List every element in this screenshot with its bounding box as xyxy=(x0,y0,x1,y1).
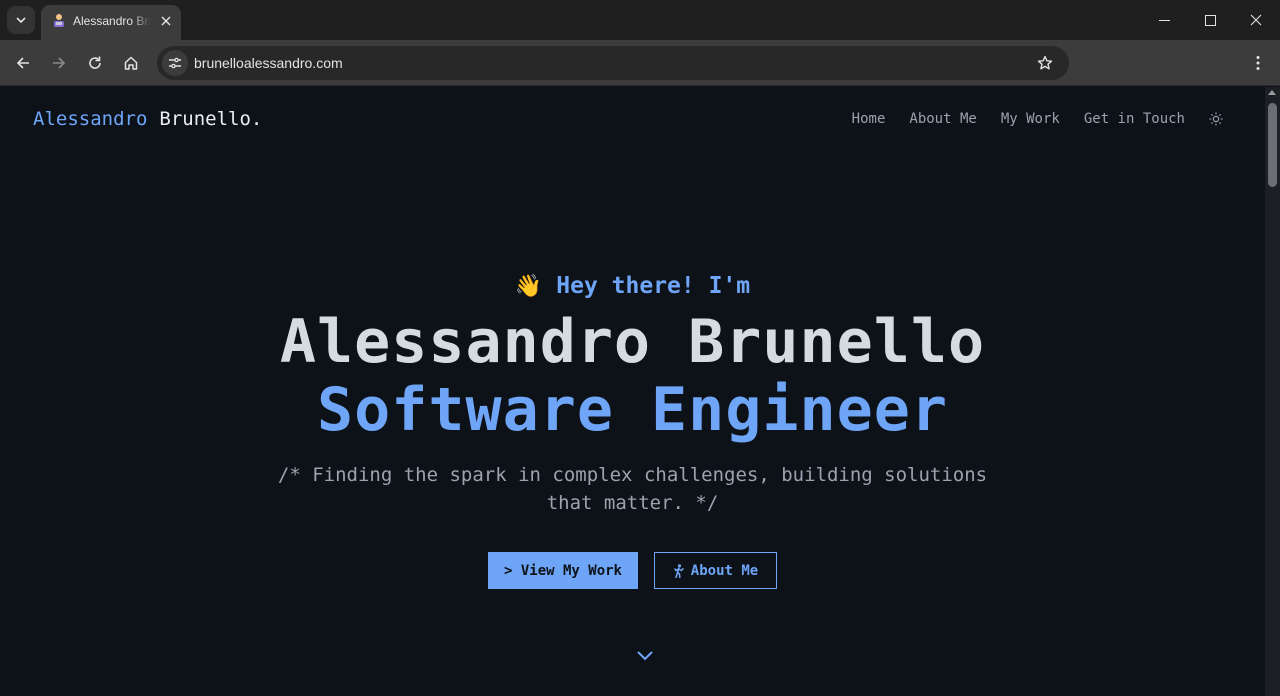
favicon-icon xyxy=(54,14,64,27)
scroll-down-button[interactable] xyxy=(635,645,655,665)
hero-role: Software Engineer xyxy=(316,375,949,445)
hero-greeting: 👋 Hey there! I'm xyxy=(0,273,1265,299)
page-scrollbar[interactable] xyxy=(1265,87,1280,696)
browser-tab-bar: Alessandro Brunello xyxy=(0,0,1280,40)
nav-about-me[interactable]: About Me xyxy=(909,111,976,127)
bookmark-button[interactable] xyxy=(1035,53,1055,73)
browser-menu-button[interactable] xyxy=(1246,51,1270,75)
site-settings-icon xyxy=(169,57,181,69)
hero-tagline: /* Finding the spark in complex challeng… xyxy=(277,464,988,514)
forward-icon xyxy=(53,57,66,69)
minimize-button[interactable] xyxy=(1141,4,1187,36)
page-viewport: Alessandro Brunello. Home About Me My Wor… xyxy=(0,87,1265,696)
waving-hand-icon: 👋 xyxy=(514,274,543,299)
site-logo[interactable]: Alessandro Brunello. xyxy=(33,108,262,130)
greeting-text: Hey there! I'm xyxy=(556,273,751,299)
site-info-button[interactable] xyxy=(162,50,188,76)
tab-search-button[interactable] xyxy=(7,6,35,34)
hero-name: Alessandro Brunello xyxy=(279,307,986,377)
logo-first-name: Alessandro xyxy=(33,108,148,130)
maximize-icon xyxy=(1204,14,1216,26)
reload-icon xyxy=(89,56,101,69)
close-icon xyxy=(161,16,171,26)
theme-toggle-button[interactable] xyxy=(1207,110,1225,128)
nav-home[interactable]: Home xyxy=(852,111,886,127)
maximize-button[interactable] xyxy=(1187,4,1233,36)
address-bar[interactable]: brunelloalessandro.com xyxy=(157,46,1069,80)
about-me-button[interactable]: About Me xyxy=(654,552,777,589)
scrollbar-thumb[interactable] xyxy=(1268,103,1277,187)
walking-icon xyxy=(674,563,684,578)
back-icon xyxy=(16,57,29,69)
logo-last-name: Brunello. xyxy=(159,108,263,130)
browser-toolbar: brunelloalessandro.com xyxy=(0,40,1280,86)
home-icon xyxy=(124,56,138,70)
about-me-button-label: About Me xyxy=(690,562,759,579)
window-close-button[interactable] xyxy=(1233,4,1279,36)
home-button[interactable] xyxy=(119,51,143,75)
minimize-icon xyxy=(1158,19,1170,21)
chevron-down-icon xyxy=(16,17,26,24)
reload-button[interactable] xyxy=(83,51,107,75)
browser-tab[interactable]: Alessandro Brunello xyxy=(41,5,181,40)
menu-icon xyxy=(1256,56,1260,70)
tab-title: Alessandro Brunello xyxy=(73,14,151,28)
view-my-work-button[interactable]: > View My Work xyxy=(488,552,638,589)
scroll-up-arrow-icon[interactable] xyxy=(1268,90,1276,95)
nav-my-work[interactable]: My Work xyxy=(1001,111,1060,127)
sun-icon xyxy=(1209,112,1223,126)
tab-close-button[interactable] xyxy=(157,12,175,30)
chevron-down-icon xyxy=(637,651,653,661)
forward-button[interactable] xyxy=(47,51,71,75)
main-nav: Home About Me My Work Get in Touch xyxy=(852,110,1225,128)
nav-get-in-touch[interactable]: Get in Touch xyxy=(1084,111,1185,127)
url-text[interactable]: brunelloalessandro.com xyxy=(194,55,343,71)
back-button[interactable] xyxy=(11,51,35,75)
close-icon xyxy=(1250,14,1262,26)
bookmark-star-icon xyxy=(1037,55,1053,70)
